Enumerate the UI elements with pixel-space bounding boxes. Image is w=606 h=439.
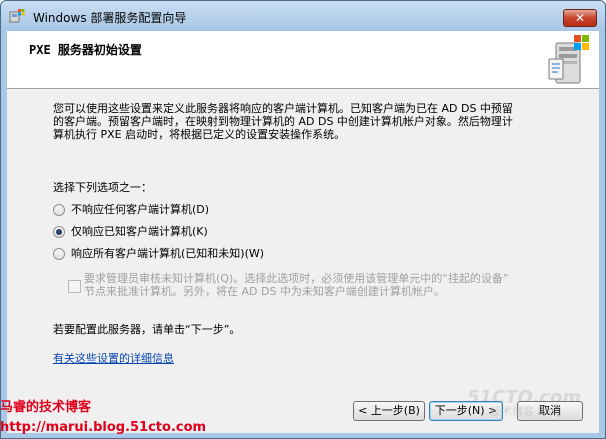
watermark-blog: 技术博客 Blog xyxy=(490,405,562,418)
footer-instruction: 若要配置此服务器，请单击“下一步”。 xyxy=(53,323,241,336)
help-link[interactable]: 有关这些设置的详细信息 xyxy=(53,350,174,366)
server-wizard-icon xyxy=(548,35,589,84)
blog-url-caption: http://marui.blog.51cto.com xyxy=(0,420,207,435)
description-line-3: 算机执行 PXE 启动时，将根据已定义的设置安装操作系统。 xyxy=(53,128,346,141)
description-line-2: 的客户端。预留客户端时，在映射到物理计算机的 AD DS 中创建计算机帐户对象。… xyxy=(53,115,513,128)
wizard-window: Windows 部署服务配置向导 ✕ PXE 服务器初始设置 您可以使用这些设置… xyxy=(0,0,606,439)
wizard-header: PXE 服务器初始设置 xyxy=(7,31,599,89)
title-bar[interactable]: Windows 部署服务配置向导 ✕ xyxy=(1,1,605,31)
close-icon: ✕ xyxy=(574,11,586,25)
require-approval-checkbox[interactable] xyxy=(68,280,81,293)
description-line-1: 您可以使用这些设置来定义此服务器将响应的客户端计算机。已知客户端为已在 AD D… xyxy=(53,102,513,115)
require-approval-label-line-2: 节点来批准计算机。另外，将在 AD DS 中为未知客户端创建计算机帐户。 xyxy=(84,285,445,298)
page-title: PXE 服务器初始设置 xyxy=(29,43,142,57)
window-title: Windows 部署服务配置向导 xyxy=(33,11,187,25)
radio-label: 响应所有客户端计算机(已知和未知)(W) xyxy=(71,247,265,260)
radio-label: 仅响应已知客户端计算机(K) xyxy=(71,225,208,238)
radio-button-selected[interactable] xyxy=(53,226,65,238)
radio-button[interactable] xyxy=(53,204,65,216)
radio-button[interactable] xyxy=(53,248,65,260)
options-prompt: 选择下列选项之一： xyxy=(53,181,152,194)
blog-caption: 马睿的技术博客 xyxy=(0,400,92,415)
windows-deployment-services-icon xyxy=(9,9,25,23)
close-button[interactable]: ✕ xyxy=(563,9,597,27)
radio-label: 不响应任何客户端计算机(D) xyxy=(71,203,210,216)
back-button[interactable]: < 上一步(B) xyxy=(353,401,425,421)
wizard-client-area: PXE 服务器初始设置 您可以使用这些设置来定义此服务器将响应的客户端计算机。已… xyxy=(7,31,599,433)
require-approval-label-line-1: 要求管理员审核未知计算机(Q)。选择此选项时，必须使用该管理单元中的“挂起的设备… xyxy=(84,272,509,285)
